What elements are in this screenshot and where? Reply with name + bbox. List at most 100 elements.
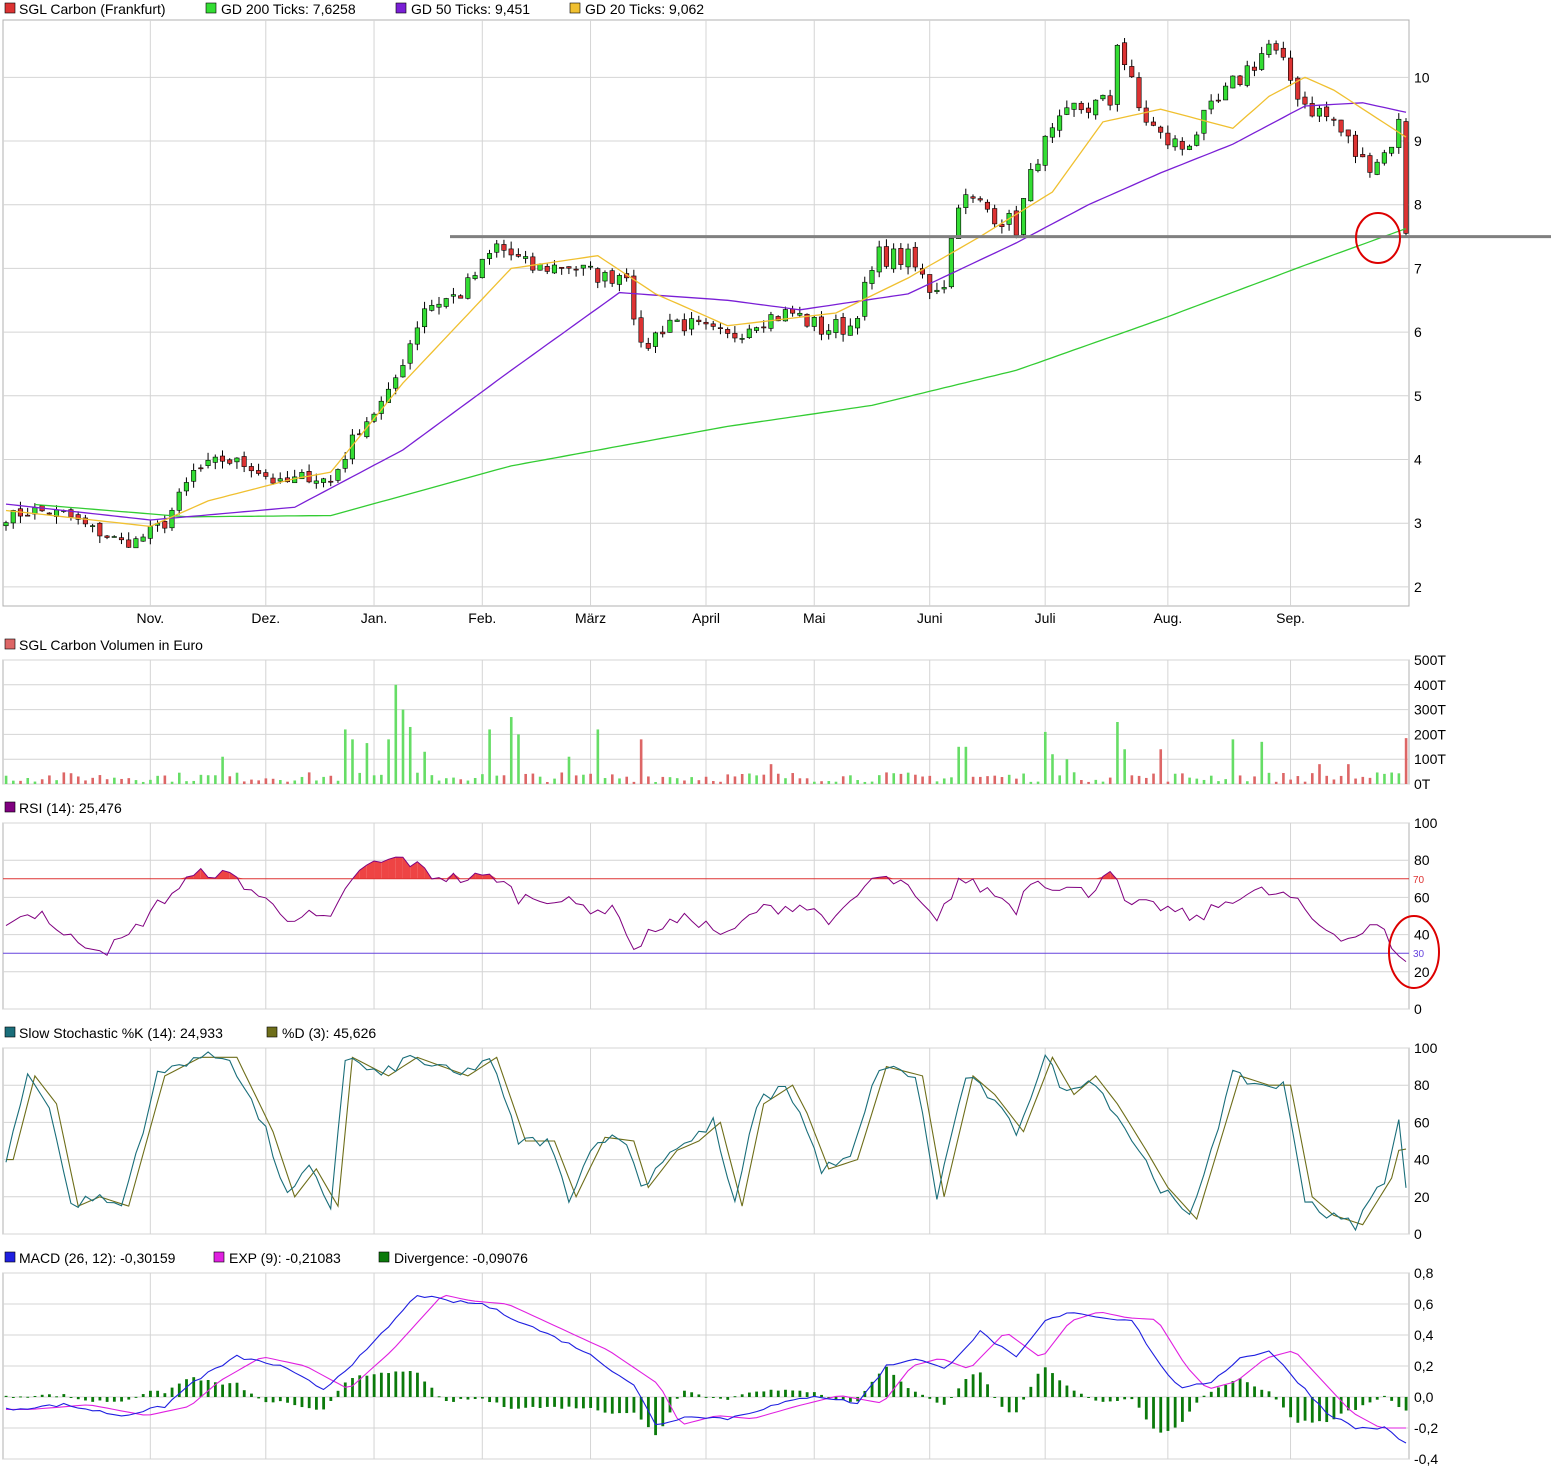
divergence-bar [748,1393,751,1397]
volume-bar [1275,782,1278,784]
volume-bar [907,773,910,784]
candle-body [11,510,15,523]
volume-bar [1347,764,1350,784]
candle-body [256,470,260,473]
divergence-bar [171,1388,174,1397]
candle-body [762,327,766,328]
candle-body [1057,116,1061,130]
y-tick-label: 0,4 [1414,1327,1434,1343]
divergence-bar [156,1391,159,1397]
volume-bar [322,777,325,784]
candle-body [1029,169,1033,200]
candle-body [617,275,621,284]
candle-body [1223,86,1227,100]
divergence-bar [1195,1397,1198,1403]
volume-bar [1405,738,1408,784]
candle-body [220,456,224,461]
volume-bar [41,779,44,784]
volume-bar [1354,779,1357,784]
candle-body [473,275,477,278]
volume-bar [229,776,232,784]
divergence-bar [301,1397,304,1407]
candle-body [1122,43,1126,65]
volume-bar [416,773,419,784]
legend-swatch-gd50 [396,3,406,13]
candle-body [718,328,722,329]
divergence-bar [928,1397,931,1399]
volume-bar [1051,754,1054,784]
divergence-bar [467,1397,470,1400]
volume-bar [820,781,823,784]
divergence-bar [1066,1386,1069,1397]
candle-body [343,459,347,468]
volume-bar [1383,774,1386,784]
candle-body [992,209,996,224]
divergence-bar [964,1379,967,1397]
volume-bar [1001,777,1004,784]
legend-exp: EXP (9): -0,21083 [229,1250,341,1266]
candle-body [747,329,751,338]
volume-bar [113,778,116,784]
rsi-overbought-fill [388,857,395,879]
y-tick-label: 8 [1414,197,1422,213]
candle-body [531,257,535,270]
candle-body [567,267,571,269]
candle-body [1137,78,1141,108]
y-tick-label: 7 [1414,260,1422,276]
candle-body [754,328,758,331]
y-tick-label: 60 [1414,889,1430,905]
divergence-bar [366,1376,369,1397]
candle-body [466,278,470,299]
legend-swatch-rsi [5,802,15,812]
volume-bar [1398,773,1401,784]
divergence-bar [1253,1386,1256,1397]
macd-legend: MACD (26, 12): -0,30159 EXP (9): -0,2108… [5,1250,528,1266]
divergence-bar [293,1397,296,1405]
divergence-bar [34,1396,37,1397]
candle-body [1065,108,1069,115]
divergence-bar [250,1394,253,1397]
candle-body [430,305,434,310]
volume-bar [496,776,499,784]
volume-bar [373,775,376,784]
divergence-bar [1145,1397,1148,1419]
candle-body [711,324,715,327]
divergence-bar [1325,1397,1328,1422]
candle-body [119,538,123,540]
divergence-bar [993,1397,996,1398]
volume-bar [70,773,73,784]
volume-bar [149,780,152,784]
legend-gd200: GD 200 Ticks: 7,6258 [221,1,356,17]
candle-body [134,539,138,548]
divergence-bar [633,1397,636,1413]
volume-bar [813,782,816,784]
candle-body [437,304,441,307]
volume-bar [597,729,600,784]
candle-body [1043,136,1047,165]
divergence-bar [1224,1385,1227,1397]
candle-body [1072,103,1076,109]
candle-body [1281,48,1285,57]
volume-bar [943,778,946,784]
volume-bar [1325,776,1328,784]
candle-body [444,298,448,306]
candle-body [812,317,816,326]
divergence-bar [481,1397,484,1399]
volume-bar [763,775,766,784]
volume-bar [640,739,643,784]
divergence-bar [55,1396,58,1397]
divergence-bar [12,1397,15,1398]
candle-body [1324,107,1328,117]
candle-body [271,478,275,483]
divergence-bar [1376,1397,1379,1400]
divergence-bar [91,1397,94,1402]
divergence-bar [192,1377,195,1397]
divergence-bar [777,1391,780,1397]
volume-bar [734,776,737,784]
divergence-bar [676,1397,679,1399]
volume-bar [676,778,679,784]
volume-bar [1253,776,1256,784]
divergence-bar [936,1397,939,1403]
divergence-bar [1318,1397,1321,1421]
divergence-bar [1022,1397,1025,1400]
